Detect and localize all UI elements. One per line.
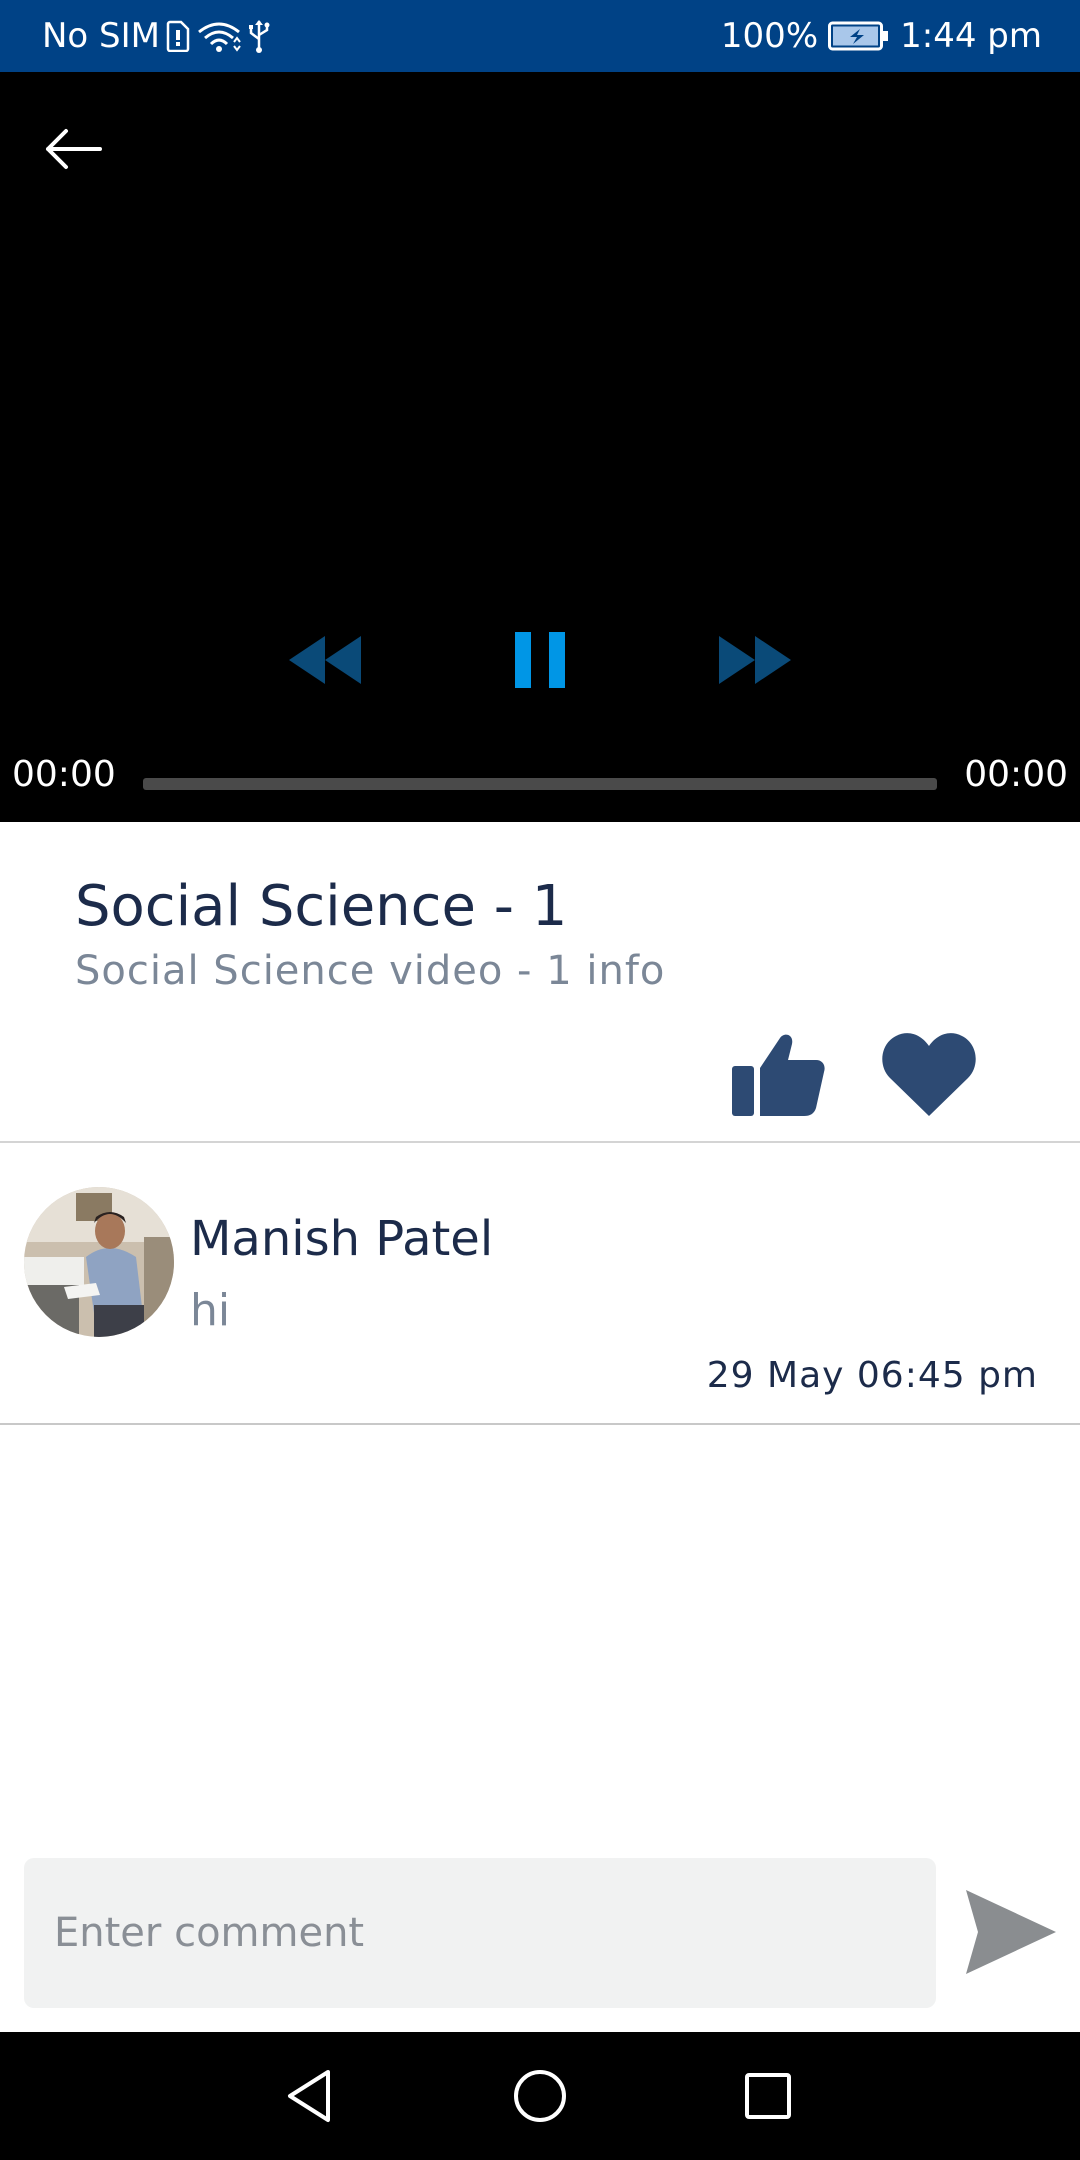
comment-timestamp: 29 May 06:45 pm	[706, 1355, 1038, 1396]
fast-forward-icon	[719, 636, 791, 684]
back-triangle-icon	[288, 2070, 330, 2122]
status-left: No SIM	[42, 0, 270, 72]
comment-item: Manish Patel hi 29 May 06:45 pm	[0, 1143, 1080, 1423]
pause-button[interactable]	[495, 615, 585, 705]
nav-back-button[interactable]	[270, 2056, 350, 2136]
like-button[interactable]	[730, 1030, 826, 1118]
rewind-button[interactable]	[280, 615, 370, 705]
comment-text: hi	[190, 1285, 231, 1336]
playback-controls	[0, 615, 1080, 705]
divider	[0, 1423, 1080, 1425]
wifi-icon	[196, 20, 242, 52]
usb-icon	[248, 19, 270, 53]
video-description: Social Science video - 1 info	[75, 948, 666, 994]
recents-square-icon	[745, 2073, 791, 2119]
comment-input[interactable]	[24, 1858, 936, 2008]
clock: 1:44 pm	[900, 16, 1042, 56]
heart-icon	[882, 1033, 976, 1116]
system-nav-bar	[0, 2032, 1080, 2160]
seek-bar[interactable]	[143, 778, 937, 790]
total-time: 00:00	[964, 754, 1068, 795]
send-icon	[966, 1890, 1056, 1974]
pause-icon	[515, 632, 565, 688]
home-circle-icon	[514, 2070, 566, 2122]
battery-label: 100%	[720, 16, 819, 56]
favorite-button[interactable]	[880, 1030, 978, 1118]
nav-home-button[interactable]	[500, 2056, 580, 2136]
carrier-label: No SIM	[42, 16, 160, 56]
video-title: Social Science - 1	[75, 874, 568, 939]
video-player[interactable]: 00:00 00:00	[0, 72, 1080, 822]
thumbs-up-icon	[732, 1034, 825, 1116]
fast-forward-button[interactable]	[710, 615, 800, 705]
back-button[interactable]	[38, 114, 108, 184]
commenter-name: Manish Patel	[190, 1211, 494, 1267]
video-info: Social Science - 1 Social Science video …	[0, 822, 1080, 1142]
sim-card-icon	[166, 20, 190, 52]
back-arrow-icon	[46, 129, 102, 169]
send-button[interactable]	[962, 1884, 1058, 1980]
nav-recents-button[interactable]	[728, 2056, 808, 2136]
status-bar: No SIM 100% 1:44 pm	[0, 0, 1080, 72]
rewind-icon	[289, 636, 361, 684]
current-time: 00:00	[12, 754, 116, 795]
status-right: 100% 1:44 pm	[721, 0, 1042, 72]
avatar	[24, 1187, 174, 1337]
battery-charging-icon	[828, 21, 890, 51]
